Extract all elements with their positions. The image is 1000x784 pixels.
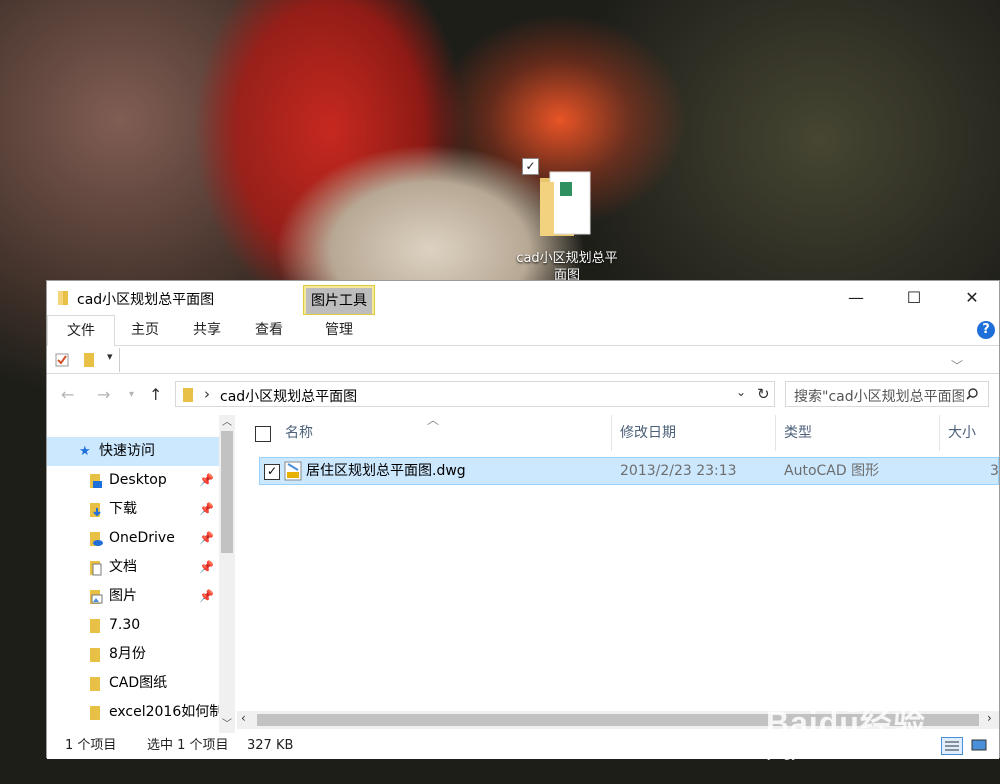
- dwg-file-icon: [284, 461, 302, 481]
- ribbon-tabs: 文件 主页 共享 查看 管理 ﹀: [47, 315, 999, 373]
- navigation-pane: ★ 快速访问 Desktop 📌 下载 📌 OneDrive 📌 文档 📌 图片…: [47, 415, 237, 733]
- column-modified[interactable]: 修改日期: [611, 415, 775, 451]
- selected-size: 327 KB: [247, 738, 294, 753]
- pin-icon[interactable]: 📌: [199, 553, 214, 582]
- sidebar-item-folder[interactable]: excel2016如何制: [47, 698, 219, 727]
- folder-icon: [90, 648, 100, 662]
- folder-icon: [90, 619, 100, 633]
- close-button[interactable]: ✕: [943, 281, 1000, 315]
- desktop-folder-icon: [90, 474, 102, 488]
- sidebar-item-label: OneDrive: [109, 530, 175, 546]
- address-bar[interactable]: › cad小区规划总平面图 ⌄: [175, 381, 775, 407]
- folder-icon: [90, 706, 100, 720]
- recent-locations-icon[interactable]: ▾: [129, 389, 134, 400]
- row-checkbox[interactable]: ✓: [264, 464, 280, 480]
- sidebar-item-label: 快速访问: [99, 443, 155, 459]
- search-input[interactable]: 搜索"cad小区规划总平面图": [785, 381, 989, 407]
- tab-file[interactable]: 文件: [47, 315, 115, 346]
- picture-tools-label: 图片工具: [306, 288, 372, 314]
- tab-share[interactable]: 共享: [179, 315, 235, 345]
- table-row[interactable]: ✓ 居住区规划总平面图.dwg 2013/2/23 23:13 AutoCAD …: [259, 457, 999, 485]
- folder-icon: [90, 677, 100, 691]
- column-type[interactable]: 类型: [775, 415, 939, 451]
- nav-scrollbar[interactable]: ︿ ﹀: [219, 415, 235, 733]
- sidebar-item-folder[interactable]: 8月份: [47, 640, 219, 669]
- sidebar-item-pictures[interactable]: 图片 📌: [47, 582, 219, 611]
- sidebar-item-quick-access[interactable]: ★ 快速访问: [47, 437, 219, 466]
- properties-icon[interactable]: [55, 353, 69, 367]
- baidu-watermark: Baidu经验 jingyan.baidu.com: [760, 668, 1000, 780]
- scroll-up-icon[interactable]: ︿: [222, 413, 232, 428]
- tab-picture-tools[interactable]: 图片工具: [303, 285, 375, 315]
- sidebar-item-label: 图片: [109, 588, 137, 604]
- up-icon[interactable]: ↑: [149, 385, 162, 404]
- breadcrumb-separator-icon: ›: [204, 385, 210, 403]
- folder-icon: [183, 388, 193, 402]
- sidebar-item-label: 7.30: [109, 617, 141, 633]
- file-name: 居住区规划总平面图.dwg: [306, 463, 466, 479]
- column-header-row: ︿ 名称 修改日期 类型 大小: [237, 413, 999, 451]
- back-icon[interactable]: ←: [61, 385, 74, 404]
- sidebar-item-label: CAD图纸: [109, 675, 168, 691]
- file-type: AutoCAD 图形: [784, 463, 880, 479]
- sidebar-item-label: Desktop: [109, 472, 167, 488]
- quick-access-box: ▾: [49, 348, 120, 372]
- download-folder-icon: [90, 503, 101, 517]
- folder-icon: [58, 291, 68, 305]
- onedrive-folder-icon: [90, 532, 103, 546]
- folder-icon: [540, 171, 591, 236]
- pin-icon[interactable]: 📌: [199, 524, 214, 553]
- file-modified: 2013/2/23 23:13: [620, 463, 737, 479]
- pin-icon[interactable]: 📌: [199, 582, 214, 611]
- pin-icon[interactable]: 📌: [199, 495, 214, 524]
- sidebar-item-folder[interactable]: CAD图纸: [47, 669, 219, 698]
- sidebar-item-documents[interactable]: 文档 📌: [47, 553, 219, 582]
- minimize-button[interactable]: —: [827, 281, 885, 315]
- sidebar-item-label: 文档: [109, 559, 137, 575]
- quick-access-toolbar: ▾: [47, 347, 999, 374]
- documents-folder-icon: [90, 561, 102, 576]
- sidebar-item-label: 8月份: [109, 646, 146, 662]
- scroll-left-icon[interactable]: ‹: [241, 711, 246, 725]
- address-dropdown-icon[interactable]: ⌄: [736, 385, 746, 399]
- desktop-icon-label: cad小区规划总平面图: [516, 251, 618, 283]
- sidebar-item-downloads[interactable]: 下载 📌: [47, 495, 219, 524]
- breadcrumb[interactable]: cad小区规划总平面图: [220, 386, 357, 406]
- sidebar-item-onedrive[interactable]: OneDrive 📌: [47, 524, 219, 553]
- forward-icon[interactable]: →: [97, 385, 110, 404]
- help-icon[interactable]: ?: [977, 321, 995, 339]
- tab-home[interactable]: 主页: [117, 315, 173, 345]
- customize-toolbar-icon[interactable]: ▾: [107, 350, 113, 363]
- watermark-brand: Baidu经验: [766, 705, 926, 741]
- sidebar-item-label: 下载: [109, 501, 137, 517]
- search-placeholder: 搜索"cad小区规划总平面图": [794, 389, 964, 405]
- search-icon[interactable]: [966, 388, 978, 400]
- sidebar-item-desktop[interactable]: Desktop 📌: [47, 466, 219, 495]
- file-size: 3: [990, 463, 999, 479]
- new-folder-icon[interactable]: [83, 352, 95, 368]
- refresh-icon[interactable]: ↻: [757, 385, 770, 403]
- column-name[interactable]: 名称: [277, 415, 611, 451]
- item-count: 1 个项目: [65, 738, 117, 753]
- title-bar[interactable]: cad小区规划总平面图 图片工具 — ☐ ✕: [47, 281, 999, 315]
- scroll-down-icon[interactable]: ﹀: [222, 715, 232, 730]
- maximize-button[interactable]: ☐: [885, 281, 943, 315]
- selected-count: 选中 1 个项目: [147, 738, 229, 753]
- desktop-checkbox[interactable]: ✓: [522, 158, 539, 175]
- sidebar-item-label: excel2016如何制: [109, 704, 219, 720]
- pictures-folder-icon: [90, 590, 103, 604]
- select-all-checkbox[interactable]: [255, 426, 271, 442]
- pin-icon[interactable]: 📌: [199, 466, 214, 495]
- window-title: cad小区规划总平面图: [77, 292, 215, 308]
- star-icon: ★: [79, 444, 91, 459]
- column-size[interactable]: 大小: [939, 415, 999, 451]
- watermark-url: jingyan.baidu.com: [768, 744, 889, 761]
- scrollbar-thumb[interactable]: [221, 431, 233, 553]
- sidebar-item-folder[interactable]: 7.30: [47, 611, 219, 640]
- tab-view[interactable]: 查看: [241, 315, 297, 345]
- address-row: ← → ▾ ↑ › cad小区规划总平面图 ⌄ ↻ 搜索"cad小区规划总平面图…: [47, 377, 999, 413]
- tab-manage[interactable]: 管理: [309, 315, 369, 345]
